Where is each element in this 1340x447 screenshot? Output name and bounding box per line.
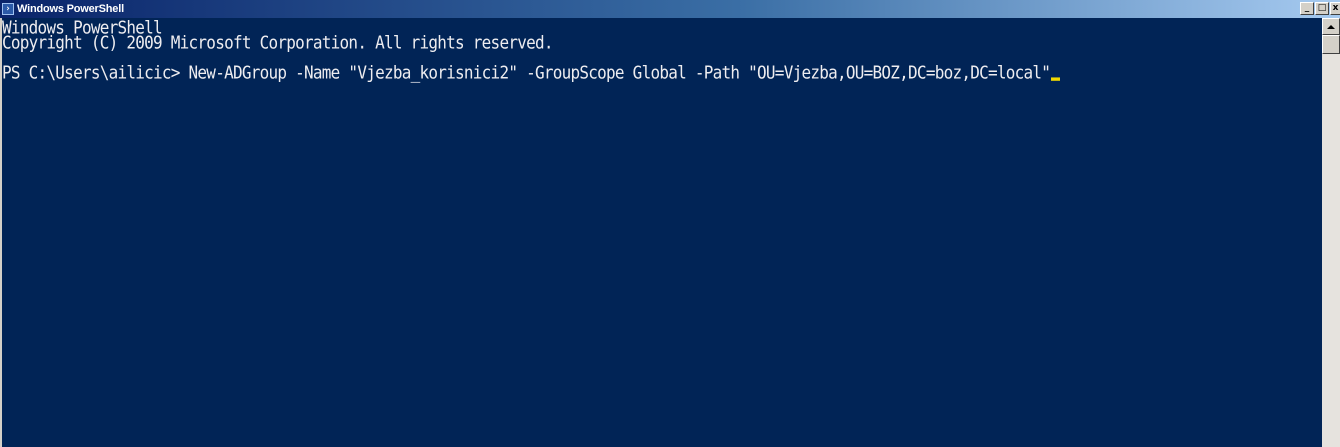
close-button[interactable]: x [1330,2,1340,15]
console-output[interactable]: Windows PowerShell Copyright (C) 2009 Mi… [2,18,1322,447]
maximize-button[interactable]: □ [1315,2,1329,15]
window-title: Windows PowerShell [17,3,124,15]
powershell-window: › Windows PowerShell _ □ x Windows Power… [0,0,1340,447]
text-cursor [1051,77,1061,81]
vertical-scrollbar[interactable] [1322,18,1340,447]
console-line-command[interactable]: PS C:\Users\ailicic> New-ADGroup -Name "… [2,61,1322,84]
scroll-up-arrow-icon [1327,24,1335,29]
minimize-button[interactable]: _ [1300,2,1314,15]
scroll-thumb[interactable] [1322,35,1340,54]
powershell-icon: › [2,3,14,15]
title-bar[interactable]: › Windows PowerShell _ □ x [0,0,1340,18]
command-text: PS C:\Users\ailicic> New-ADGroup -Name "… [2,61,1051,84]
window-controls: _ □ x [1299,2,1340,15]
scroll-up-button[interactable] [1322,18,1340,35]
